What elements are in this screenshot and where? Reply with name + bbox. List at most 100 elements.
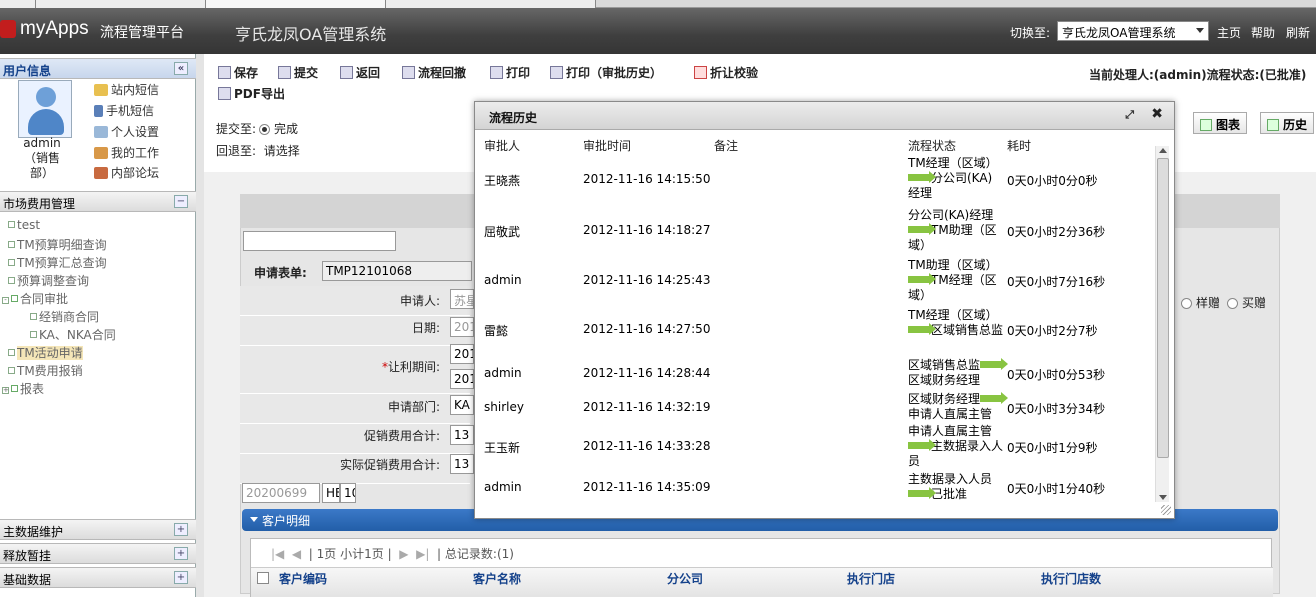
column-branch[interactable]: 分公司 [667, 570, 703, 587]
code-field-3[interactable]: 10 [340, 483, 356, 503]
discount-check-button[interactable]: 折让校验 [694, 64, 758, 81]
gift-option[interactable]: 样赠 [1178, 294, 1220, 311]
revoke-icon [402, 66, 415, 79]
promo-total-field[interactable]: 13 [450, 425, 474, 445]
tree-item-distributor-contract[interactable]: 经销商合同 [30, 308, 99, 325]
dialog-scrollbar[interactable] [1155, 146, 1169, 502]
save-button[interactable]: 保存 [218, 64, 258, 81]
browser-tab[interactable] [206, 0, 386, 8]
scroll-down-icon[interactable] [1159, 495, 1167, 500]
browser-tab[interactable] [36, 0, 206, 8]
submit-to-radio[interactable] [259, 124, 271, 135]
refresh-link[interactable]: 刷新 [1286, 24, 1310, 41]
applicant-field[interactable]: 苏星 [450, 289, 474, 309]
page-info: 1页 小计1页 [316, 547, 384, 561]
last-page-icon[interactable]: ▶| [416, 547, 429, 561]
next-page-icon[interactable]: ▶ [399, 547, 408, 561]
buy-gift-option[interactable]: 买赠 [1224, 294, 1266, 311]
system-switch-value: 亨氏龙凤OA管理系统 [1062, 26, 1176, 40]
quick-link-my-work[interactable]: 我的工作 [94, 144, 159, 161]
tree-item-tm-expense[interactable]: TM费用报销 [8, 362, 83, 379]
form-no-field: TMP12101068 [322, 261, 472, 281]
benefit-period-end[interactable]: 201 [450, 369, 474, 389]
toolbar: 保存 提交 返回 流程回撤 打印 打印（审批历史） 折让校验 PDF导出 当前处… [204, 54, 1316, 102]
quick-link-forum[interactable]: 内部论坛 [94, 164, 159, 181]
expand-icon[interactable]: + [174, 547, 188, 560]
browser-tab[interactable] [386, 0, 596, 8]
column-store[interactable]: 执行门店 [847, 570, 895, 587]
print-icon [490, 66, 503, 79]
column-store-count[interactable]: 执行门店数 [1041, 570, 1101, 587]
first-page-icon[interactable]: |◀ [271, 547, 284, 561]
code-field[interactable]: 20200699 [242, 483, 320, 503]
submit-button[interactable]: 提交 [278, 64, 318, 81]
arrow-right-icon [980, 358, 1009, 370]
home-link[interactable]: 主页 [1217, 24, 1241, 41]
print-button[interactable]: 打印 [490, 64, 530, 81]
release-hold-panel-header[interactable]: 释放暂挂 + [0, 543, 196, 564]
master-data-panel-header[interactable]: 主数据维护 + [0, 519, 196, 540]
maximize-icon[interactable]: ⤢ [1125, 108, 1134, 122]
phone-icon [94, 105, 103, 117]
browser-tab[interactable] [0, 0, 36, 8]
scroll-thumb[interactable] [1157, 158, 1169, 458]
form-top-input[interactable] [243, 231, 396, 251]
resize-grip-icon[interactable] [1161, 505, 1171, 515]
tree-item-ka-contract[interactable]: KA、NKA合同 [30, 326, 116, 343]
pdf-export-button[interactable]: PDF导出 [218, 85, 285, 102]
prev-page-icon[interactable]: ◀ [292, 547, 301, 561]
user-name: admin（销售部） [23, 136, 61, 180]
promo-total-label: 促销费用合计: [363, 429, 440, 443]
benefit-period-start[interactable]: 201 [450, 344, 474, 364]
expand-icon[interactable]: + [174, 571, 188, 584]
avatar [18, 80, 72, 138]
tree-item-test[interactable]: test [8, 218, 40, 232]
dialog-header[interactable]: 流程历史 ⤢ ✖ [475, 102, 1174, 130]
tree-item-reports[interactable]: + 报表 [2, 380, 44, 397]
browser-tab-strip [0, 0, 1316, 8]
tree-item-contract-approval[interactable]: - 合同审批 [2, 290, 68, 307]
user-panel-header[interactable]: 用户信息 « [0, 58, 196, 79]
pdf-icon [218, 87, 231, 100]
save-icon [218, 66, 231, 79]
tree-item-tm-budget-summary[interactable]: TM预算汇总查询 [8, 254, 107, 271]
record-count: 总记录数:(1) [444, 547, 514, 561]
close-icon[interactable]: ✖ [1151, 106, 1163, 122]
print-history-button[interactable]: 打印（审批历史） [550, 64, 662, 81]
system-title: 亨氏龙凤OA管理系统 [235, 25, 387, 44]
market-expense-panel-header[interactable]: 市场费用管理 − [0, 191, 196, 212]
tree-item-tm-activity[interactable]: TM活动申请 [8, 344, 83, 361]
chart-button[interactable]: 图表 [1193, 112, 1248, 134]
quick-link-settings[interactable]: 个人设置 [94, 123, 159, 140]
column-customer-code[interactable]: 客户编码 [279, 570, 327, 587]
collapse-icon[interactable]: − [174, 195, 188, 208]
expand-icon[interactable]: + [174, 523, 188, 536]
gift-radio[interactable] [1181, 298, 1192, 309]
code-field-2[interactable]: HE [322, 483, 340, 503]
back-button[interactable]: 返回 [340, 64, 380, 81]
header-approver: 审批人 [484, 139, 521, 153]
help-link[interactable]: 帮助 [1251, 24, 1275, 41]
actual-promo-total-label: 实际促销费用合计: [339, 458, 440, 472]
tree-item-budget-adjust[interactable]: 预算调整查询 [8, 272, 89, 289]
arrow-right-icon [980, 392, 1009, 404]
tree-item-tm-budget-detail[interactable]: TM预算明细查询 [8, 236, 107, 253]
scroll-up-icon[interactable] [1159, 148, 1167, 153]
date-field[interactable]: 201 [450, 317, 474, 337]
quick-link-sms[interactable]: 手机短信 [94, 102, 154, 119]
history-button[interactable]: 历史 [1260, 112, 1315, 134]
buy-gift-radio[interactable] [1227, 298, 1238, 309]
select-all-checkbox[interactable] [257, 572, 269, 584]
mail-icon [94, 84, 108, 96]
flow-revoke-button[interactable]: 流程回撤 [402, 64, 466, 81]
basic-data-panel-header[interactable]: 基础数据 + [0, 567, 196, 588]
return-to-select[interactable]: 请选择 [264, 144, 300, 158]
department-field[interactable]: KA [450, 395, 474, 415]
sidebar-splitter[interactable] [196, 54, 204, 597]
actual-promo-total-field[interactable]: 13 [450, 454, 474, 474]
quick-link-mail[interactable]: 站内短信 [94, 81, 159, 98]
system-switch-select[interactable]: 亨氏龙凤OA管理系统 [1057, 21, 1209, 41]
column-customer-name[interactable]: 客户名称 [473, 570, 521, 587]
collapse-icon[interactable]: « [174, 62, 188, 75]
arrow-right-icon [908, 223, 936, 235]
